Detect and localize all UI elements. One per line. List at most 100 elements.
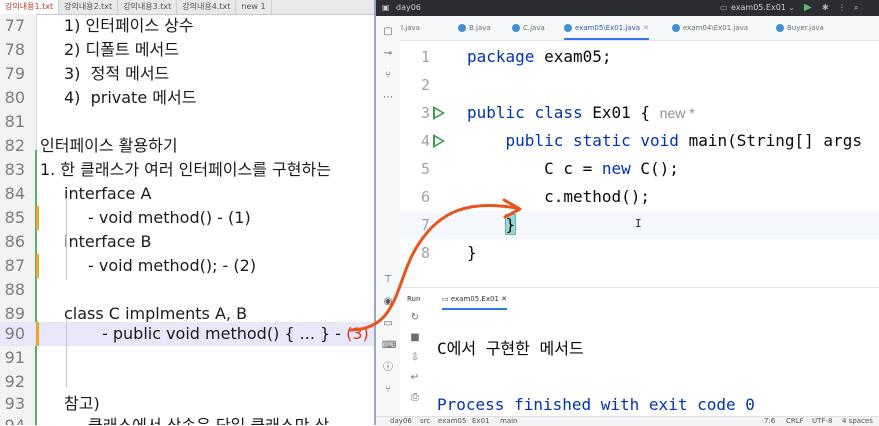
tab-i-java[interactable]: I.java	[401, 16, 420, 40]
stop-icon[interactable]: ■	[409, 332, 421, 344]
chevron-down-icon[interactable]: ⌄	[788, 0, 795, 16]
line-number: 84	[4, 184, 25, 203]
code-text: }	[467, 211, 517, 239]
tab-c-java[interactable]: C.java	[512, 16, 545, 40]
line-text: - public void method() { ... } - (3)	[102, 322, 369, 346]
close-icon[interactable]: ✕	[643, 24, 649, 32]
code-token: }	[467, 243, 477, 262]
run-icon[interactable]: ▶	[804, 0, 812, 16]
editor-tab-label: 강의내용4.txt	[182, 2, 231, 11]
editor-tab-1[interactable]: 강의내용1.txt	[0, 0, 60, 14]
text-line: 85 - void method() - (1)	[0, 206, 374, 230]
text-line: 91	[0, 346, 374, 370]
line-number: 81	[4, 112, 25, 131]
project-name[interactable]: day06	[396, 0, 421, 16]
class-icon	[776, 24, 784, 32]
line-text: 인터페이스 활용하기	[40, 136, 178, 155]
code-line: 8 }	[400, 239, 879, 267]
terminal-icon[interactable]: ⌨	[382, 340, 396, 352]
run-toolbar: ↻ ■ ⇩ ↵ ⎙	[400, 310, 434, 418]
run-gutter-icon[interactable]	[433, 106, 445, 120]
editor-tabs: I.java B.java C.java exam05\Ex01.java ✕ e…	[400, 16, 879, 41]
line-text: 2) 디폴트 메서드	[64, 40, 179, 59]
text-line: 77 1) 인터페이스 상수	[0, 14, 374, 38]
line-number: 85	[4, 208, 25, 227]
line-number: 90	[4, 324, 25, 343]
editor-tab-5[interactable]: new 1	[236, 0, 272, 14]
line-text: interface A	[64, 184, 152, 203]
problems-icon[interactable]: ⓘ	[382, 362, 394, 374]
code-line: 6 c.method();	[400, 183, 879, 211]
text-line: 82 인터페이스 활용하기	[0, 134, 374, 158]
commit-icon[interactable]: ⊸	[382, 48, 394, 60]
line-number: 86	[4, 232, 25, 251]
tab-b-java[interactable]: B.java	[458, 16, 491, 40]
more-icon[interactable]: ⋯	[382, 92, 394, 104]
rerun-icon[interactable]: ↻	[409, 312, 421, 324]
tab-label: Buyer.java	[787, 24, 824, 32]
tab-label: exam04\Ex01.java	[683, 24, 749, 32]
more-icon[interactable]: ⋮	[838, 0, 846, 16]
run-tab[interactable]: ▭ exam05.Ex01 ✕	[442, 288, 508, 310]
console-output-line: C에서 구현한 메서드	[437, 339, 584, 358]
search-icon[interactable]: ⌕	[854, 0, 858, 16]
line-number: 6	[420, 188, 430, 206]
line-text: interface B	[64, 232, 152, 251]
text-line: 84 interface A	[0, 182, 374, 206]
terminal-icon[interactable]: ▭	[382, 318, 394, 330]
build-icon[interactable]: ⊤	[382, 274, 394, 286]
code-line: 5 C c = new C();	[400, 155, 879, 183]
code-line: 2	[400, 71, 879, 99]
tab-exam05-ex01-java[interactable]: exam05\Ex01.java ✕	[564, 16, 649, 40]
inlay-hint[interactable]: new *	[660, 105, 695, 121]
class-icon	[512, 24, 520, 32]
code-token: C c =	[467, 159, 602, 178]
print-icon[interactable]: ⎙	[409, 392, 421, 404]
editor-tab-4[interactable]: 강의내용4.txt	[177, 0, 237, 14]
code-editor[interactable]: 1 package exam05; 2 3 public class Ex01 …	[400, 41, 879, 286]
line-number: 83	[4, 160, 25, 179]
close-icon[interactable]: ✕	[501, 295, 507, 303]
line-number: 93	[4, 394, 25, 413]
debug-icon[interactable]: ✱	[822, 0, 829, 16]
code-text: }	[467, 239, 477, 267]
editor-tab-label: new 1	[241, 2, 266, 11]
editor-tab-2[interactable]: 강의내용2.txt	[59, 0, 119, 14]
code-token: public	[505, 131, 564, 150]
run-tab-title: exam05.Ex01	[450, 295, 499, 303]
line-number: 2	[420, 76, 430, 94]
run-icon[interactable]: ◉	[382, 296, 394, 308]
code-text: c.method();	[467, 183, 650, 211]
tab-buyer-java[interactable]: Buyer.java	[776, 16, 824, 40]
line-number: 94	[0, 414, 25, 425]
line-text: 1) 인터페이스 상수	[64, 16, 194, 35]
run-config-icon: ▭	[442, 295, 449, 303]
project-icon[interactable]: ▣	[382, 0, 390, 16]
branch-icon[interactable]: ⑂	[382, 70, 394, 82]
tab-exam04-ex01-java[interactable]: exam04\Ex01.java	[672, 16, 748, 40]
scroll-end-icon[interactable]: ⇩	[409, 352, 421, 364]
line-number: 4	[420, 132, 430, 150]
text-line: 93 참고)	[0, 392, 374, 416]
text-line: 88	[0, 278, 374, 302]
editor-tab-label: 강의내용2.txt	[64, 2, 113, 11]
git-icon[interactable]: ⑂	[382, 384, 394, 396]
indent-guide	[66, 318, 67, 388]
folder-icon[interactable]: ▢	[382, 26, 394, 38]
code-token: main(String[] args	[678, 131, 862, 150]
text-line: 92	[0, 370, 374, 394]
line-number: 82	[4, 136, 25, 155]
line-number: 80	[4, 88, 25, 107]
line-number: 88	[4, 280, 25, 299]
current-code-line: 7 } I	[400, 211, 879, 239]
editor-tab-3[interactable]: 강의내용3.txt	[118, 0, 178, 14]
matched-brace: }	[504, 214, 517, 235]
modified-marker	[36, 322, 39, 346]
tool-window-sidebar: ▢ ⊸ ⑂ ⋯ ⊤ ◉ ▭ ⌨ ⓘ ⑂	[376, 16, 401, 416]
soft-wrap-icon[interactable]: ↵	[409, 372, 421, 384]
run-config-selector[interactable]: exam05.Ex01	[731, 0, 786, 16]
line-text: 참고)	[64, 394, 100, 413]
run-gutter-icon[interactable]	[433, 134, 445, 148]
